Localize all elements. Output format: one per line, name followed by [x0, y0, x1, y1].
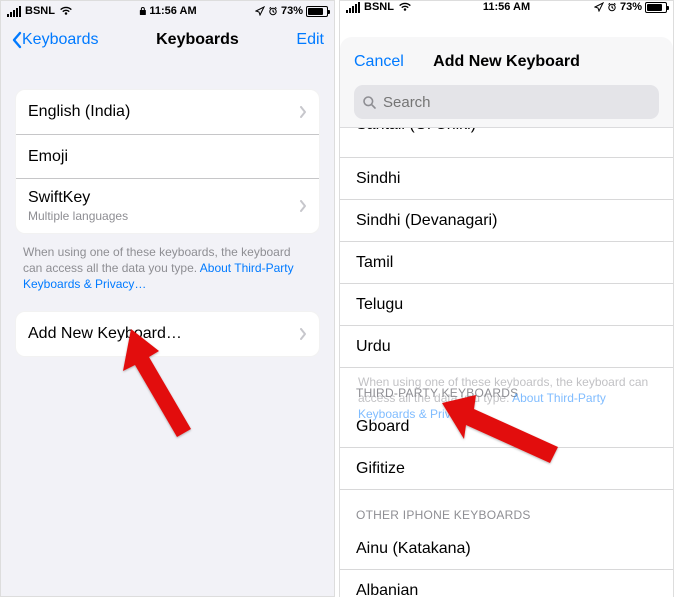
chevron-right-icon — [299, 200, 307, 212]
list-item-gifitize[interactable]: Gifitize — [340, 448, 673, 490]
privacy-note: When using one of these keyboards, the k… — [1, 234, 334, 293]
section-header-other: OTHER IPHONE KEYBOARDS — [340, 490, 673, 528]
list-item-label: Gifitize — [356, 460, 405, 478]
status-time: 11:56 AM — [149, 5, 196, 17]
list-item[interactable]: Santali (Ol Chiki) — [340, 128, 673, 158]
status-bar: BSNL 11:56 AM 73% — [340, 1, 673, 13]
list-item-label: Sindhi (Devanagari) — [356, 212, 497, 230]
list-item[interactable]: Sindhi — [340, 158, 673, 200]
chevron-right-icon — [299, 328, 307, 340]
search-input[interactable] — [383, 94, 651, 111]
row-label: SwiftKey — [28, 189, 299, 207]
modal-title: Add New Keyboard — [433, 53, 580, 71]
row-sublabel: Multiple languages — [28, 209, 299, 223]
alarm-icon — [268, 6, 278, 16]
list-item-label: Santali (Ol Chiki) — [356, 128, 476, 134]
carrier-label: BSNL — [364, 1, 394, 13]
cancel-button[interactable]: Cancel — [354, 53, 404, 71]
search-bar[interactable] — [354, 85, 659, 119]
lock-icon — [138, 6, 146, 16]
signal-bars-icon — [7, 6, 21, 17]
list-item[interactable]: Sindhi (Devanagari) — [340, 200, 673, 242]
wifi-icon — [59, 6, 73, 16]
list-item[interactable]: Albanian — [340, 570, 673, 612]
row-label: Emoji — [28, 148, 307, 166]
nav-back-label: Keyboards — [22, 31, 99, 49]
battery-icon — [645, 2, 667, 13]
list-item[interactable]: Urdu — [340, 326, 673, 368]
alarm-icon — [607, 2, 617, 12]
list-item[interactable]: Ainu (Katakana) — [340, 528, 673, 570]
keyboard-row-english[interactable]: English (India) — [16, 90, 319, 134]
nav-title: Keyboards — [156, 31, 239, 49]
nav-bar: Keyboards Keyboards Edit — [1, 21, 334, 59]
add-keyboard-modal-screen: BSNL 11:56 AM 73% Cancel Add New Keyboar… — [339, 0, 674, 597]
status-time: 11:56 AM — [483, 1, 530, 13]
wifi-icon — [398, 2, 412, 12]
list-item-label: Ainu (Katakana) — [356, 540, 471, 558]
location-icon — [594, 2, 604, 12]
list-item[interactable]: Telugu — [340, 284, 673, 326]
keyboard-picker-list[interactable]: Santali (Ol Chiki) Sindhi Sindhi (Devana… — [340, 128, 673, 612]
content-area: English (India) Emoji SwiftKey Multiple … — [1, 59, 334, 596]
row-label: Add New Keyboard… — [28, 325, 299, 343]
modal-header: Cancel Add New Keyboard — [340, 37, 673, 128]
chevron-right-icon — [299, 106, 307, 118]
list-item-label: Sindhi — [356, 170, 400, 188]
status-bar: BSNL 11:56 AM 73% — [1, 1, 334, 21]
row-label: English (India) — [28, 103, 299, 121]
list-item[interactable]: Tamil — [340, 242, 673, 284]
signal-bars-icon — [346, 2, 360, 13]
keyboard-row-swiftkey[interactable]: SwiftKey Multiple languages — [16, 178, 319, 233]
battery-icon — [306, 6, 328, 17]
nav-edit-button[interactable]: Edit — [296, 31, 324, 49]
keyboards-list-group: English (India) Emoji SwiftKey Multiple … — [15, 89, 320, 234]
ghost-privacy-note: When using one of these keyboards, the k… — [340, 374, 673, 423]
add-new-keyboard-row[interactable]: Add New Keyboard… — [16, 312, 319, 356]
location-icon — [255, 6, 265, 16]
carrier-label: BSNL — [25, 5, 55, 17]
keyboards-settings-screen: BSNL 11:56 AM 73% Keyboards Keyboards Ed… — [0, 0, 335, 597]
list-item-label: Urdu — [356, 338, 391, 356]
list-item-label: Telugu — [356, 296, 403, 314]
battery-pct: 73% — [620, 1, 642, 13]
battery-pct: 73% — [281, 5, 303, 17]
nav-back-button[interactable]: Keyboards — [11, 31, 99, 49]
list-item-label: Tamil — [356, 254, 393, 272]
search-icon — [362, 95, 377, 110]
chevron-left-icon — [11, 31, 22, 49]
keyboard-row-emoji[interactable]: Emoji — [16, 134, 319, 178]
list-item-label: Albanian — [356, 582, 418, 600]
add-keyboard-group: Add New Keyboard… — [15, 311, 320, 357]
